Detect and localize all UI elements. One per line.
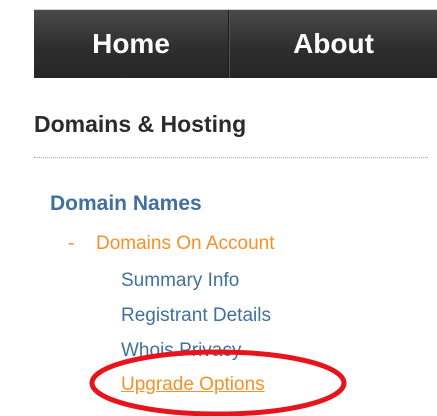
top-navigation-bar: Home About (34, 9, 437, 78)
active-item-dash: - (68, 233, 75, 254)
menu-item-summary-info[interactable]: Summary Info (121, 270, 239, 292)
menu-item-upgrade-options[interactable]: Upgrade Options (121, 374, 265, 396)
section-divider (34, 157, 428, 158)
menu-group-domain-names[interactable]: Domain Names (50, 192, 202, 216)
menu-item-registrant-details[interactable]: Registrant Details (121, 305, 271, 327)
section-title: Domains & Hosting (34, 111, 247, 137)
menu-item-domains-on-account[interactable]: - Domains On Account (68, 233, 274, 255)
page: Home About Domains & Hosting Domain Name… (0, 0, 437, 416)
nav-tab-about[interactable]: About (230, 10, 437, 78)
menu-item-whois-privacy[interactable]: Whois Privacy (121, 340, 241, 362)
active-item-label: Domains On Account (96, 233, 275, 254)
nav-tab-home[interactable]: Home (34, 10, 228, 78)
